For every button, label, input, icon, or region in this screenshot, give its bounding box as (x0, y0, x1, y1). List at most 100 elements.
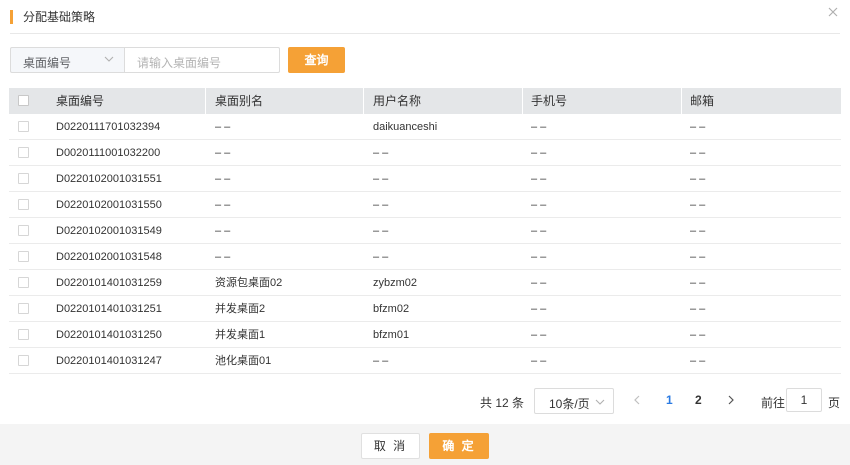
cell-alias: 并发桌面2 (215, 303, 266, 315)
confirm-button[interactable]: 确 定 (429, 433, 489, 459)
cell-alias: – – (215, 251, 231, 263)
cell-username: – – (373, 355, 389, 367)
cell-username: – – (373, 251, 389, 263)
cell-phone: – – (531, 329, 547, 341)
dialog-header: 分配基础策略 (10, 6, 840, 34)
cell-desktop-id: D0220101401031251 (56, 303, 162, 315)
column-divider (363, 88, 364, 114)
goto-label: 前往 (761, 396, 786, 410)
table-row[interactable]: D0020111001032200 – – – – – – – – (9, 140, 841, 166)
cell-alias: – – (215, 121, 231, 133)
table-row[interactable]: D0220102001031551 – – – – – – – – (9, 166, 841, 192)
cell-username: – – (373, 199, 389, 211)
cell-phone: – – (531, 277, 547, 289)
cell-desktop-id: D0220101401031259 (56, 277, 162, 289)
column-header-phone: 手机号 (531, 94, 568, 108)
cell-phone: – – (531, 199, 547, 211)
cell-alias: 并发桌面1 (215, 329, 266, 341)
table-row[interactable]: D0220102001031548 – – – – – – – – (9, 244, 841, 270)
cell-email: – – (690, 225, 706, 237)
cell-username: bfzm02 (373, 303, 410, 315)
cell-phone: – – (531, 303, 547, 315)
cell-email: – – (690, 277, 706, 289)
cell-desktop-id: D0220101401031247 (56, 355, 162, 367)
row-checkbox[interactable] (18, 329, 29, 340)
total-count: 共 12 条 (480, 396, 525, 410)
row-checkbox[interactable] (18, 147, 29, 158)
search-field-label: 桌面编号 (23, 56, 72, 70)
cell-email: – – (690, 199, 706, 211)
row-checkbox[interactable] (18, 277, 29, 288)
row-checkbox[interactable] (18, 121, 29, 132)
cell-email: – – (690, 355, 706, 367)
cell-email: – – (690, 173, 706, 185)
cell-username: – – (373, 173, 389, 185)
cell-desktop-id: D0220102001031550 (56, 199, 162, 211)
cell-phone: – – (531, 147, 547, 159)
cell-email: – – (690, 303, 706, 315)
goto-suffix: 页 (828, 396, 841, 410)
table-row[interactable]: D0220101401031251 并发桌面2 bfzm02 – – – – (9, 296, 841, 322)
cell-desktop-id: D0220102001031548 (56, 251, 162, 263)
page-2-button[interactable]: 2 (695, 393, 702, 407)
pagination: 共 12 条 10条/页 1 2 前往 1 页 (0, 388, 850, 414)
cell-phone: – – (531, 355, 547, 367)
page-size-select[interactable]: 10条/页 (534, 388, 614, 414)
cell-alias: – – (215, 225, 231, 237)
cell-desktop-id: D0220102001031549 (56, 225, 162, 237)
row-checkbox[interactable] (18, 225, 29, 236)
cell-desktop-id: D0220111701032394 (56, 121, 161, 133)
table-row[interactable]: D0220101401031247 池化桌面01 – – – – – – (9, 348, 841, 374)
title-accent-bar (10, 10, 13, 24)
table-body: D0220111701032394– – daikuanceshi – – – – D0… (9, 114, 841, 374)
cell-desktop-id: D0020111001032200 (56, 147, 161, 159)
chevron-left-icon[interactable] (632, 393, 642, 407)
cell-alias: – – (215, 147, 231, 159)
search-input-placeholder: 请输入桌面编号 (137, 56, 222, 70)
dialog-footer: 取 消 确 定 (0, 424, 850, 465)
cell-phone: – – (531, 121, 547, 133)
select-all-checkbox[interactable] (18, 95, 29, 106)
search-input[interactable]: 请输入桌面编号 (124, 47, 280, 73)
table-row[interactable]: D0220102001031549 – – – – – – – – (9, 218, 841, 244)
column-divider (681, 88, 682, 114)
cell-username: – – (373, 225, 389, 237)
cell-username: – – (373, 147, 389, 159)
cell-desktop-id: D0220102001031551 (56, 173, 162, 185)
column-header-alias: 桌面别名 (215, 94, 264, 108)
search-field-select[interactable]: 桌面编号 (10, 47, 124, 73)
cell-email: – – (690, 147, 706, 159)
close-icon[interactable] (826, 6, 840, 20)
chevron-down-icon (104, 56, 114, 62)
chevron-right-icon[interactable] (726, 393, 736, 407)
chevron-down-icon (595, 399, 605, 405)
row-checkbox[interactable] (18, 251, 29, 262)
cancel-button[interactable]: 取 消 (361, 433, 420, 459)
cell-username: bfzm01 (373, 329, 410, 341)
cell-phone: – – (531, 173, 547, 185)
page-size-label: 10条/页 (549, 397, 590, 411)
table-row[interactable]: D0220102001031550 – – – – – – – – (9, 192, 841, 218)
cell-phone: – – (531, 251, 547, 263)
cell-username: zybzm02 (373, 277, 418, 289)
column-divider (522, 88, 523, 114)
row-checkbox[interactable] (18, 355, 29, 366)
row-checkbox[interactable] (18, 199, 29, 210)
cell-alias: – – (215, 173, 231, 185)
row-checkbox[interactable] (18, 173, 29, 184)
table-row[interactable]: D0220111701032394 – – daikuanceshi – – – – (9, 114, 841, 140)
cell-desktop-id: D0220101401031250 (56, 329, 162, 341)
search-button[interactable]: 查询 (288, 47, 345, 73)
cell-alias: – – (215, 199, 231, 211)
page-1-button[interactable]: 1 (666, 393, 673, 407)
cell-email: – – (690, 251, 706, 263)
cell-username: daikuanceshi (373, 121, 438, 133)
table-row[interactable]: D0220101401031259 资源包桌面02 zybzm02 – – – – (9, 270, 841, 296)
goto-page-input[interactable]: 1 (786, 388, 822, 412)
close-icon-glyph (828, 7, 838, 17)
row-checkbox[interactable] (18, 303, 29, 314)
column-header-email: 邮箱 (690, 94, 715, 108)
cell-phone: – – (531, 225, 547, 237)
column-divider (205, 88, 206, 114)
table-row[interactable]: D0220101401031250 并发桌面1 bfzm01 – – – – (9, 322, 841, 348)
